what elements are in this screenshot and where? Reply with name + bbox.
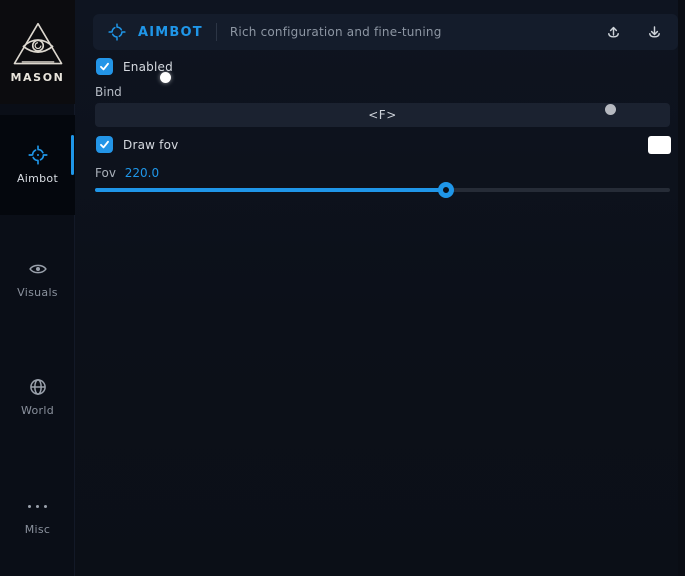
sidebar: MASON Aimbot Visuals World [0,0,75,576]
download-config-button[interactable] [640,18,668,46]
page-subtitle: Rich configuration and fine-tuning [230,25,442,39]
enabled-checkbox[interactable] [96,58,113,75]
crosshair-icon [28,145,48,165]
sidebar-item-label: Visuals [17,286,58,299]
header-actions [599,18,668,46]
pyramid-eye-icon [12,21,64,67]
fov-slider-thumb[interactable] [438,182,454,198]
page-header: AIMBOT Rich configuration and fine-tunin… [93,14,678,50]
sidebar-item-misc[interactable]: Misc [0,480,75,552]
draw-fov-label: Draw fov [123,138,178,152]
download-icon [646,24,663,41]
bind-key-value: <F> [368,108,397,122]
brand-logo: MASON [0,0,75,104]
fov-slider[interactable] [95,188,670,192]
main-content: AIMBOT Rich configuration and fine-tunin… [76,0,685,576]
sidebar-item-world[interactable]: World [0,361,75,433]
globe-icon [28,377,48,397]
checkmark-icon [99,61,110,72]
app-window: MASON Aimbot Visuals World [0,0,685,576]
sidebar-item-label: Misc [25,523,51,536]
sidebar-item-label: World [21,404,54,417]
sidebar-item-label: Aimbot [17,172,58,185]
checkmark-icon [99,139,110,150]
fov-label: Fov [95,166,116,180]
sidebar-item-visuals[interactable]: Visuals [0,243,75,315]
fov-label-row: Fov 220.0 [95,166,159,180]
fov-color-swatch[interactable] [648,136,671,154]
eye-icon [28,259,48,279]
fov-slider-fill [95,188,446,192]
ellipsis-icon [28,496,47,516]
window-edge [678,0,685,576]
mouse-cursor-dot [160,72,171,83]
page-title: AIMBOT [138,25,203,40]
brand-name: MASON [11,71,65,84]
crosshair-icon [108,23,126,41]
bind-label: Bind [95,85,122,99]
sidebar-item-aimbot[interactable]: Aimbot [0,115,75,215]
active-tab-indicator [71,135,74,175]
fov-value: 220.0 [125,166,159,180]
draw-fov-row: Draw fov [96,136,178,153]
upload-config-button[interactable] [599,18,627,46]
divider [216,23,217,41]
bind-key-field[interactable]: <F> [95,103,670,127]
cursor-ghost-dot [605,104,616,115]
upload-icon [605,24,622,41]
draw-fov-checkbox[interactable] [96,136,113,153]
